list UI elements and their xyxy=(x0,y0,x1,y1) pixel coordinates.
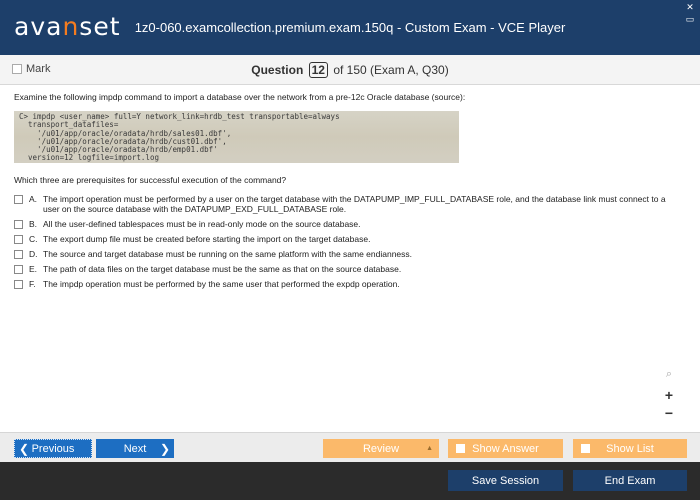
zoom-in-button[interactable]: + xyxy=(661,387,677,403)
window-title: 1z0-060.examcollection.premium.exam.150q… xyxy=(134,20,566,35)
navigation-bar: ❮ Previous Next ❯ Review ▲ Show Answer S… xyxy=(0,432,700,462)
option-letter: A. xyxy=(29,194,38,204)
previous-label: Previous xyxy=(31,442,75,455)
checkbox-icon xyxy=(581,444,590,453)
question-info: Question 12 of 150 (Exam A, Q30) xyxy=(0,62,700,78)
save-session-button[interactable]: Save Session xyxy=(448,470,563,491)
option-text: All the user-defined tablespaces must be… xyxy=(43,219,361,229)
question-intro: Examine the following impdp command to i… xyxy=(14,92,466,102)
show-list-label: Show List xyxy=(606,442,654,455)
previous-button[interactable]: ❮ Previous xyxy=(14,439,92,458)
checkbox-icon[interactable] xyxy=(14,195,23,204)
show-answer-button[interactable]: Show Answer xyxy=(448,439,563,458)
title-bar: avanset 1z0-060.examcollection.premium.e… xyxy=(0,0,700,55)
option-text: The path of data files on the target dat… xyxy=(43,264,402,274)
restore-icon[interactable]: ▭ xyxy=(684,14,696,24)
checkbox-icon[interactable] xyxy=(14,280,23,289)
option-c[interactable]: C. The export dump file must be created b… xyxy=(14,234,686,244)
question-header: Mark Question 12 of 150 (Exam A, Q30) xyxy=(0,55,700,85)
code-exhibit: C> impdp <user_name> full=Y network_link… xyxy=(14,111,459,163)
checkbox-icon[interactable] xyxy=(14,220,23,229)
option-text: The export dump file must be created bef… xyxy=(43,234,371,244)
question-of-text: of 150 (Exam A, Q30) xyxy=(333,63,449,77)
option-b[interactable]: B. All the user-defined tablespaces must … xyxy=(14,219,686,229)
chevron-right-icon: ❯ xyxy=(159,441,170,456)
next-button[interactable]: Next ❯ xyxy=(96,439,174,458)
show-list-button[interactable]: Show List xyxy=(573,439,687,458)
checkbox-icon xyxy=(456,444,465,453)
option-a[interactable]: A. The import operation must be performed… xyxy=(14,194,686,214)
show-answer-label: Show Answer xyxy=(472,442,539,455)
option-letter: D. xyxy=(29,249,38,259)
zoom-out-button[interactable]: − xyxy=(661,405,677,421)
triangle-up-icon: ▲ xyxy=(426,445,433,452)
option-d[interactable]: D. The source and target database must be… xyxy=(14,249,686,259)
question-number-input[interactable]: 12 xyxy=(308,62,328,78)
question-label: Question xyxy=(251,63,304,77)
option-text: The source and target database must be r… xyxy=(43,249,413,259)
footer-bar: Save Session End Exam xyxy=(0,462,700,500)
next-label: Next xyxy=(123,442,147,455)
option-letter: E. xyxy=(29,264,38,274)
option-f[interactable]: F. The impdp operation must be performed … xyxy=(14,279,686,289)
question-text: Which three are prerequisites for succes… xyxy=(14,175,287,185)
question-content: Examine the following impdp command to i… xyxy=(0,85,700,430)
zoom-controls: ⌕ + − xyxy=(662,368,676,423)
option-e[interactable]: E. The path of data files on the target d… xyxy=(14,264,686,274)
review-label: Review xyxy=(362,442,400,455)
end-exam-button[interactable]: End Exam xyxy=(573,470,687,491)
close-icon[interactable]: ✕ xyxy=(684,2,696,12)
checkbox-icon[interactable] xyxy=(14,265,23,274)
chevron-left-icon: ❮ xyxy=(19,441,30,456)
option-letter: F. xyxy=(29,279,36,289)
option-text: The import operation must be performed b… xyxy=(43,194,666,214)
option-text: The impdp operation must be performed by… xyxy=(43,279,400,289)
checkbox-icon[interactable] xyxy=(14,250,23,259)
review-button[interactable]: Review ▲ xyxy=(323,439,439,458)
window-controls: ✕ ▭ xyxy=(684,2,696,24)
magnifier-icon: ⌕ xyxy=(665,368,673,380)
checkbox-icon[interactable] xyxy=(14,235,23,244)
answer-options: A. The import operation must be performed… xyxy=(14,194,686,289)
option-letter: C. xyxy=(29,234,38,244)
option-letter: B. xyxy=(29,219,38,229)
